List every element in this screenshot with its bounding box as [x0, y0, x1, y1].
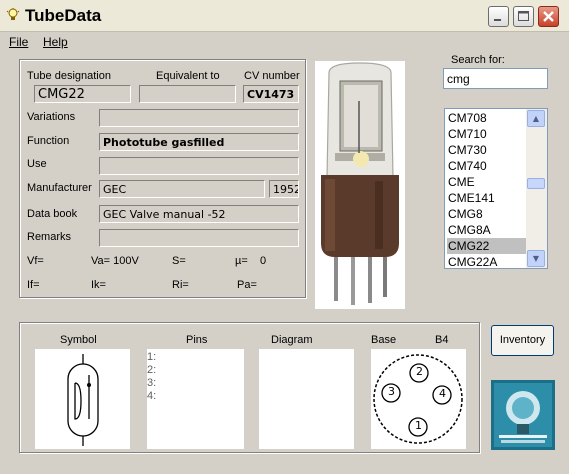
- search-input[interactable]: [443, 68, 548, 89]
- vf-label: Vf=: [27, 255, 44, 267]
- list-item[interactable]: CM708: [447, 110, 530, 126]
- pins-box: 1: 2: 3: 4:: [147, 349, 244, 449]
- inventory-button[interactable]: Inventory: [491, 325, 554, 356]
- scroll-thumb[interactable]: [527, 178, 545, 189]
- scroll-up-icon[interactable]: ▲: [527, 110, 545, 127]
- minimize-button[interactable]: [488, 6, 509, 27]
- pins-label: Pins: [186, 334, 208, 346]
- cv-number-field[interactable]: CV1473: [243, 85, 299, 103]
- function-label: Function: [27, 135, 70, 147]
- base-box: 2 3 4 1: [371, 349, 466, 449]
- data-book-label: Data book: [27, 208, 78, 220]
- close-icon: [543, 11, 554, 22]
- list-item[interactable]: CMG8: [447, 206, 530, 222]
- window-title: TubeData: [25, 6, 102, 25]
- list-item[interactable]: CM730: [447, 142, 530, 158]
- equivalent-to-field[interactable]: [139, 85, 236, 103]
- list-item[interactable]: CMG22A: [447, 254, 530, 270]
- pin-row: 2:: [147, 364, 157, 376]
- base-type-label: B4: [435, 334, 449, 346]
- menu-file-label: File: [9, 35, 29, 49]
- remarks-label: Remarks: [27, 231, 72, 243]
- list-item[interactable]: CMG8A: [447, 222, 530, 238]
- function-field[interactable]: Phototube gasfilled: [99, 133, 299, 151]
- lightbulb-icon: [6, 8, 20, 20]
- list-item-selected[interactable]: CMG22: [447, 238, 530, 254]
- phototube-symbol-icon: [67, 354, 99, 446]
- tube-designation-label: Tube designation: [27, 70, 111, 82]
- list-scrollbar[interactable]: ▲ ▼: [526, 109, 547, 268]
- tube-designation-field[interactable]: CMG22: [34, 85, 131, 103]
- inventory-logo-icon[interactable]: [491, 380, 555, 450]
- pa-label: Pa=: [237, 279, 257, 291]
- list-item[interactable]: CME141: [447, 190, 530, 206]
- mu-label: µ=: [235, 255, 248, 267]
- base-pin-2: 2: [416, 365, 423, 378]
- diagram-label: Diagram: [271, 334, 313, 346]
- cv-number-label: CV number: [244, 70, 300, 82]
- title-bar: TubeData: [0, 0, 569, 32]
- mu-value: 0: [260, 255, 267, 267]
- minimize-icon: [494, 19, 501, 21]
- variations-field[interactable]: [99, 109, 299, 127]
- menu-file[interactable]: File: [9, 35, 28, 49]
- base-pin-1: 1: [415, 419, 422, 432]
- menu-bar: File Help: [0, 32, 569, 52]
- manufacturer-label: Manufacturer: [27, 182, 92, 194]
- list-item[interactable]: CME: [447, 174, 530, 190]
- remarks-field[interactable]: [99, 229, 299, 247]
- ik-label: Ik=: [91, 279, 106, 291]
- pin-row: 1:: [147, 351, 157, 363]
- pin-row: 4:: [147, 390, 157, 402]
- base-pin-4: 4: [439, 387, 446, 400]
- manufacturer-field[interactable]: GEC: [99, 180, 265, 198]
- maximize-icon: [518, 11, 529, 21]
- diagram-box: [259, 349, 354, 449]
- equivalent-to-label: Equivalent to: [156, 70, 220, 82]
- s-label: S=: [172, 255, 186, 267]
- data-book-field[interactable]: GEC Valve manual -52: [99, 205, 299, 223]
- pin-row: 3:: [147, 377, 157, 389]
- menu-help[interactable]: Help: [43, 35, 68, 49]
- symbol-box: [35, 349, 130, 449]
- menu-help-label: Help: [43, 35, 68, 49]
- close-button[interactable]: [538, 6, 559, 27]
- list-item[interactable]: CM740: [447, 158, 530, 174]
- base-pin-3: 3: [388, 385, 395, 398]
- base-diagram-icon: [373, 354, 463, 444]
- use-label: Use: [27, 158, 47, 170]
- base-label: Base: [371, 334, 397, 346]
- maximize-button[interactable]: [513, 6, 534, 27]
- variations-label: Variations: [27, 111, 76, 123]
- list-item[interactable]: CM710: [447, 126, 530, 142]
- if-label: If=: [27, 279, 40, 291]
- va-label: Va= 100V: [91, 255, 139, 267]
- scroll-down-icon[interactable]: ▼: [527, 250, 545, 267]
- ri-label: Ri=: [172, 279, 189, 291]
- use-field[interactable]: [99, 157, 299, 175]
- tube-photo: [315, 61, 405, 309]
- year-field[interactable]: 1952: [269, 180, 299, 198]
- symbol-label: Symbol: [60, 334, 97, 346]
- search-label: Search for:: [451, 54, 505, 66]
